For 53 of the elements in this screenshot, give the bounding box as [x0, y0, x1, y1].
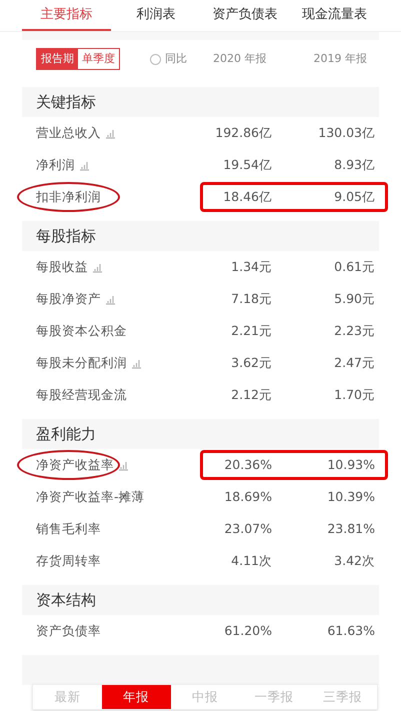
section-header: 每股指标 [22, 221, 379, 251]
value-cell-text: 3.42次 [333, 552, 375, 570]
value-cell-text: 23.07% [223, 520, 272, 538]
value-cell-text: 192.86亿 [214, 124, 272, 142]
value-cell-text: 2.12元 [230, 386, 272, 404]
column-header: 2020 年报 [213, 50, 268, 67]
value-cell-text: 4.11次 [230, 552, 272, 570]
row-label: 每股收益 [36, 258, 88, 276]
yoy-label: 同比 [165, 50, 187, 67]
value-cell-text: 10.39% [326, 488, 375, 506]
value-cell-text: 1.34元 [230, 258, 272, 276]
value-cell-text: 19.54亿 [222, 156, 272, 174]
row-label: 每股经营现金流 [36, 386, 127, 404]
row-label: 资产负债率 [36, 622, 101, 640]
row-label: 存货周转率 [36, 552, 101, 570]
value-cell-text: 23.81% [326, 520, 375, 538]
value-cell-text: 61.63% [326, 622, 375, 640]
row-label: 每股未分配利润 [36, 354, 127, 372]
report-type-tab[interactable]: 年报 [102, 685, 171, 709]
value-cell-text: 3.62元 [230, 354, 272, 372]
row-label: 每股净资产 [36, 290, 101, 308]
radio-button[interactable] [150, 54, 161, 64]
row-label: 每股资本公积金 [36, 322, 127, 340]
row-label: 净资产收益率 [36, 456, 114, 474]
value-cell-text: 18.46亿 [222, 188, 272, 206]
value-cell-text: 61.20% [223, 622, 272, 640]
row-label: 净利润 [36, 156, 75, 174]
row-label: 扣非净利润 [36, 188, 101, 206]
value-cell-text: 20.36% [223, 456, 272, 474]
section-header: 关键指标 [22, 87, 379, 117]
row-label: 净资产收益率-摊薄 [36, 488, 145, 506]
row-label: 销售毛利率 [36, 520, 101, 538]
column-header: 2019 年报 [314, 50, 367, 67]
value-cell-text: 1.70元 [333, 386, 375, 404]
value-cell-text: 2.23元 [333, 322, 375, 340]
tab[interactable]: 资产负债表 [200, 0, 290, 31]
section-header: 资本结构 [22, 585, 379, 615]
value-cell-text: 8.93亿 [333, 156, 375, 174]
value-cell-text: 18.69% [223, 488, 272, 506]
value-cell-text: 7.18元 [230, 290, 272, 308]
value-cell-text: 2.47元 [333, 354, 375, 372]
value-cell-text: 5.90元 [333, 290, 375, 308]
period-toggle[interactable]: 报告期 [37, 49, 78, 69]
value-cell-text: 10.93% [326, 456, 375, 474]
value-cell-text: 9.05亿 [333, 188, 375, 206]
tab[interactable]: 利润表 [111, 0, 200, 31]
chart-icon[interactable] [118, 460, 129, 470]
tab[interactable]: 现金流量表 [290, 0, 379, 31]
value-cell-text: 2.21元 [230, 322, 272, 340]
value-cell-text: 0.61元 [333, 258, 375, 276]
section-header: 盈利能力 [22, 419, 379, 449]
value-cell-text: 130.03亿 [317, 124, 375, 142]
row-label: 营业总收入 [36, 124, 101, 142]
